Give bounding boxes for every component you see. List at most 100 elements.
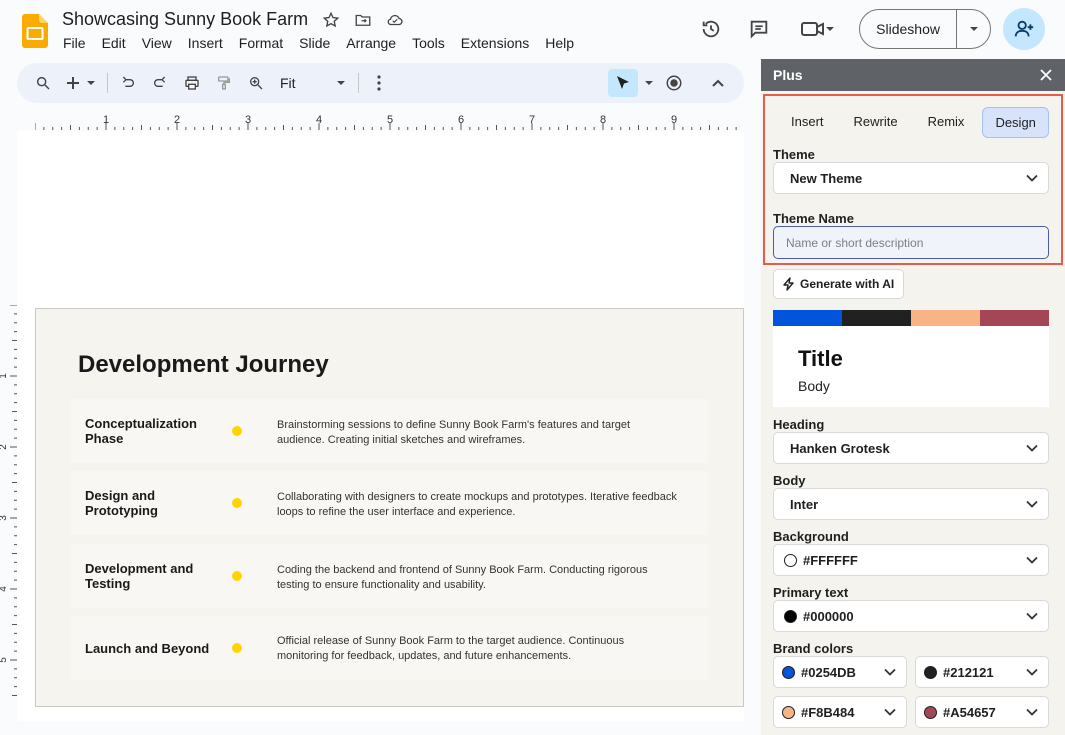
move-folder-icon[interactable] — [353, 10, 373, 30]
ruler-number: 2 — [174, 114, 180, 126]
ruler-number: 5 — [387, 114, 393, 126]
brand-color-select[interactable]: #F8B484 — [773, 696, 907, 728]
star-icon[interactable] — [321, 10, 341, 30]
menu-edit[interactable]: Edit — [94, 35, 134, 51]
zoom-in-icon — [250, 77, 263, 90]
ruler-number: 4 — [316, 114, 322, 126]
menu-arrange[interactable]: Arrange — [338, 35, 404, 51]
background-color-select[interactable]: #FFFFFF — [773, 544, 1049, 576]
slide[interactable]: Development Journey Conceptualization Ph… — [35, 308, 744, 707]
document-title[interactable]: Showcasing Sunny Book Farm — [62, 9, 308, 30]
panel-header: Plus — [761, 59, 1065, 91]
color-swatch — [924, 665, 937, 679]
chevron-down-icon — [1026, 444, 1038, 452]
brand-color-select[interactable]: #0254DB — [773, 656, 907, 688]
phase-description: Collaborating with designers to create m… — [277, 491, 677, 518]
select-tool-dropdown[interactable] — [642, 69, 656, 97]
ruler-number: 1 — [103, 114, 109, 126]
theme-name-input[interactable] — [773, 226, 1049, 259]
theme-select[interactable]: New Theme — [773, 162, 1049, 194]
zoom-select[interactable]: Fit — [274, 69, 352, 97]
phase-row[interactable]: Design and Prototyping Collaborating wit… — [71, 471, 708, 535]
add-person-icon — [1014, 20, 1034, 37]
tab-rewrite[interactable]: Rewrite — [842, 107, 910, 138]
new-slide-button[interactable] — [61, 69, 101, 97]
record-button[interactable] — [660, 69, 688, 97]
search-icon — [36, 76, 50, 90]
chevron-down-icon — [1026, 500, 1038, 508]
slideshow-button[interactable]: Slideshow — [860, 10, 956, 48]
close-icon[interactable] — [1039, 68, 1053, 82]
zoom-button[interactable] — [242, 69, 270, 97]
collapse-toolbar-button[interactable] — [704, 69, 732, 97]
meet-icon[interactable] — [793, 11, 843, 47]
undo-button[interactable] — [114, 69, 142, 97]
ruler-number: 2 — [0, 444, 9, 450]
heading-font-label: Heading — [773, 417, 825, 432]
select-tool-button[interactable] — [608, 69, 638, 97]
phase-row[interactable]: Development and Testing Coding the backe… — [71, 544, 708, 608]
tab-design[interactable]: Design — [982, 107, 1049, 138]
tab-insert[interactable]: Insert — [779, 107, 836, 138]
ruler-number: 4 — [0, 586, 9, 592]
vertical-ruler: 1 2 3 4 5 — [0, 305, 17, 696]
redo-button[interactable] — [146, 69, 174, 97]
menu-help[interactable]: Help — [537, 35, 582, 51]
comments-icon[interactable] — [741, 11, 777, 47]
ruler-number: 3 — [0, 515, 9, 521]
record-icon — [666, 75, 682, 91]
menu-extensions[interactable]: Extensions — [453, 35, 537, 51]
slides-logo-icon[interactable] — [22, 14, 48, 48]
primary-text-color-select[interactable]: #000000 — [773, 600, 1049, 632]
main-toolbar: Fit — [17, 63, 744, 103]
lightning-icon — [783, 277, 794, 291]
print-icon — [185, 76, 199, 90]
menu-slide[interactable]: Slide — [291, 35, 338, 51]
slideshow-button-group: Slideshow — [859, 9, 991, 49]
brand-color-select[interactable]: #212121 — [915, 656, 1049, 688]
undo-icon — [122, 76, 134, 87]
timeline-dot — [232, 571, 242, 581]
menu-tools[interactable]: Tools — [404, 35, 453, 51]
heading-font-value: Hanken Grotesk — [790, 440, 890, 456]
body-font-value: Inter — [790, 496, 819, 512]
menu-insert[interactable]: Insert — [180, 35, 231, 51]
print-button[interactable] — [178, 69, 206, 97]
chevron-down-icon — [645, 81, 653, 85]
toolbar-divider — [107, 73, 108, 93]
toolbar-divider — [358, 73, 359, 93]
brand-color-select[interactable]: #A54657 — [915, 696, 1049, 728]
heading-font-select[interactable]: Hanken Grotesk — [773, 432, 1049, 464]
primary-text-label: Primary text — [773, 585, 849, 600]
search-menus-button[interactable] — [29, 69, 57, 97]
chevron-down-icon — [1026, 556, 1038, 564]
slide-title[interactable]: Development Journey — [78, 351, 329, 379]
color-swatch — [784, 553, 797, 567]
cloud-saved-icon[interactable] — [385, 10, 405, 30]
brand-colors-label: Brand colors — [773, 641, 854, 656]
ruler-number: 3 — [245, 114, 251, 126]
share-button[interactable] — [1003, 8, 1045, 50]
version-history-icon[interactable] — [693, 11, 729, 47]
phase-row[interactable]: Conceptualization Phase Brainstorming se… — [71, 399, 708, 463]
color-swatch — [782, 665, 795, 679]
menu-format[interactable]: Format — [231, 35, 291, 51]
more-options-button[interactable] — [365, 69, 393, 97]
menu-view[interactable]: View — [134, 35, 180, 51]
menu-file[interactable]: File — [55, 35, 94, 51]
chevron-down-icon — [1026, 174, 1038, 182]
phase-name: Development and Testing — [85, 561, 194, 591]
theme-preview: Title Body — [773, 326, 1049, 407]
generate-label: Generate with AI — [800, 277, 895, 291]
generate-with-ai-button[interactable]: Generate with AI — [773, 269, 905, 299]
primary-text-value: #000000 — [803, 608, 854, 624]
phase-row[interactable]: Launch and Beyond Official release of Su… — [71, 616, 708, 680]
tab-remix[interactable]: Remix — [916, 107, 977, 138]
body-font-select[interactable]: Inter — [773, 488, 1049, 520]
color-swatch — [784, 609, 797, 623]
paint-format-button[interactable] — [210, 69, 238, 97]
slideshow-options-button[interactable] — [956, 10, 990, 48]
phase-description: Brainstorming sessions to define Sunny B… — [277, 419, 631, 446]
brand-color-value: #F8B484 — [801, 704, 855, 720]
chevron-down-icon — [1026, 708, 1038, 716]
